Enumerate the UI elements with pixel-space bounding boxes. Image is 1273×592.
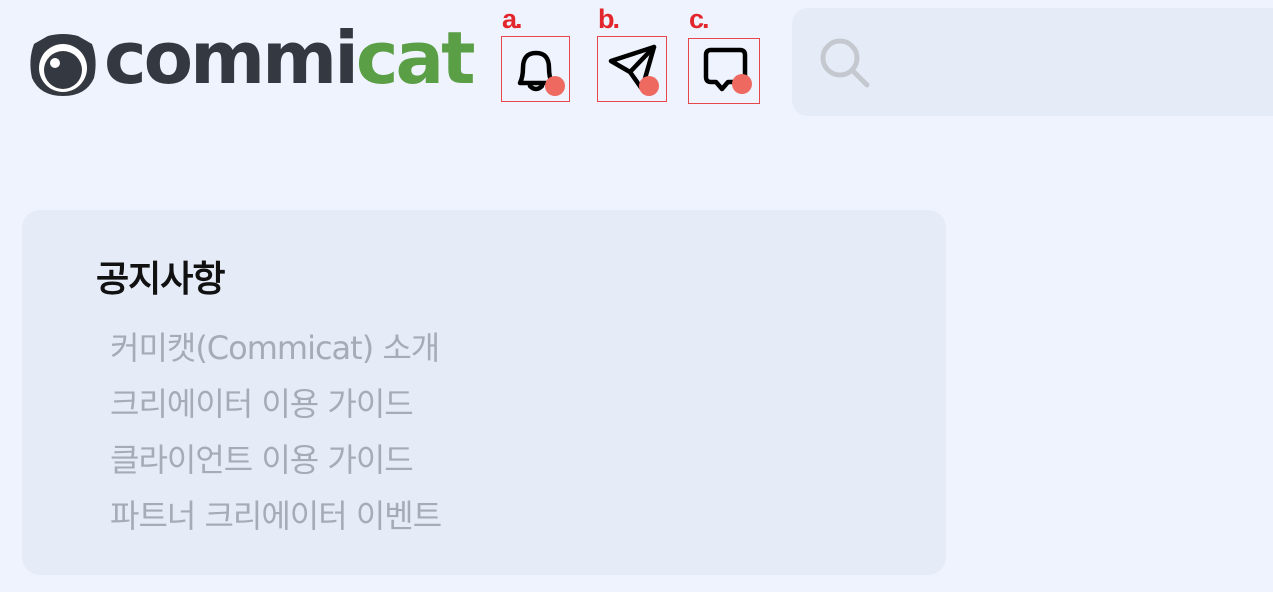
chat-button[interactable]	[688, 38, 760, 104]
notice-item-creator-guide[interactable]: 크리에이터 이용 가이드	[110, 376, 441, 432]
notice-title: 공지사항	[96, 259, 225, 300]
bell-icon	[517, 50, 565, 96]
logo-text-green: cat	[355, 16, 476, 100]
search-bar[interactable]	[792, 8, 1273, 116]
notification-badge	[544, 76, 565, 96]
chat-badge	[732, 74, 752, 94]
notice-panel: 공지사항 커미캣(Commicat) 소개 크리에이터 이용 가이드 클라이언트…	[22, 210, 946, 575]
marker-a: a.	[502, 4, 522, 34]
notifications-button[interactable]	[501, 36, 570, 102]
notice-list: 커미캣(Commicat) 소개 크리에이터 이용 가이드 클라이언트 이용 가…	[110, 320, 442, 544]
chat-bubble-icon	[703, 47, 752, 94]
notice-item-client-guide[interactable]: 클라이언트 이용 가이드	[110, 432, 441, 488]
search-icon[interactable]	[818, 36, 872, 90]
paper-plane-icon	[608, 44, 659, 96]
marker-c: c.	[689, 4, 709, 34]
messages-button[interactable]	[597, 36, 667, 102]
commicat-logo[interactable]: commicat	[28, 22, 476, 98]
search-input[interactable]	[882, 38, 1266, 88]
marker-b: b.	[598, 4, 620, 34]
notice-item-commicat-intro[interactable]: 커미캣(Commicat) 소개	[110, 320, 441, 376]
message-badge	[639, 76, 659, 96]
logo-text-dark: commi	[104, 16, 359, 100]
notice-item-partner-event[interactable]: 파트너 크리에이터 이벤트	[110, 488, 442, 544]
logo-wordmark: commicat	[104, 22, 476, 94]
cat-logo-icon	[30, 34, 96, 96]
